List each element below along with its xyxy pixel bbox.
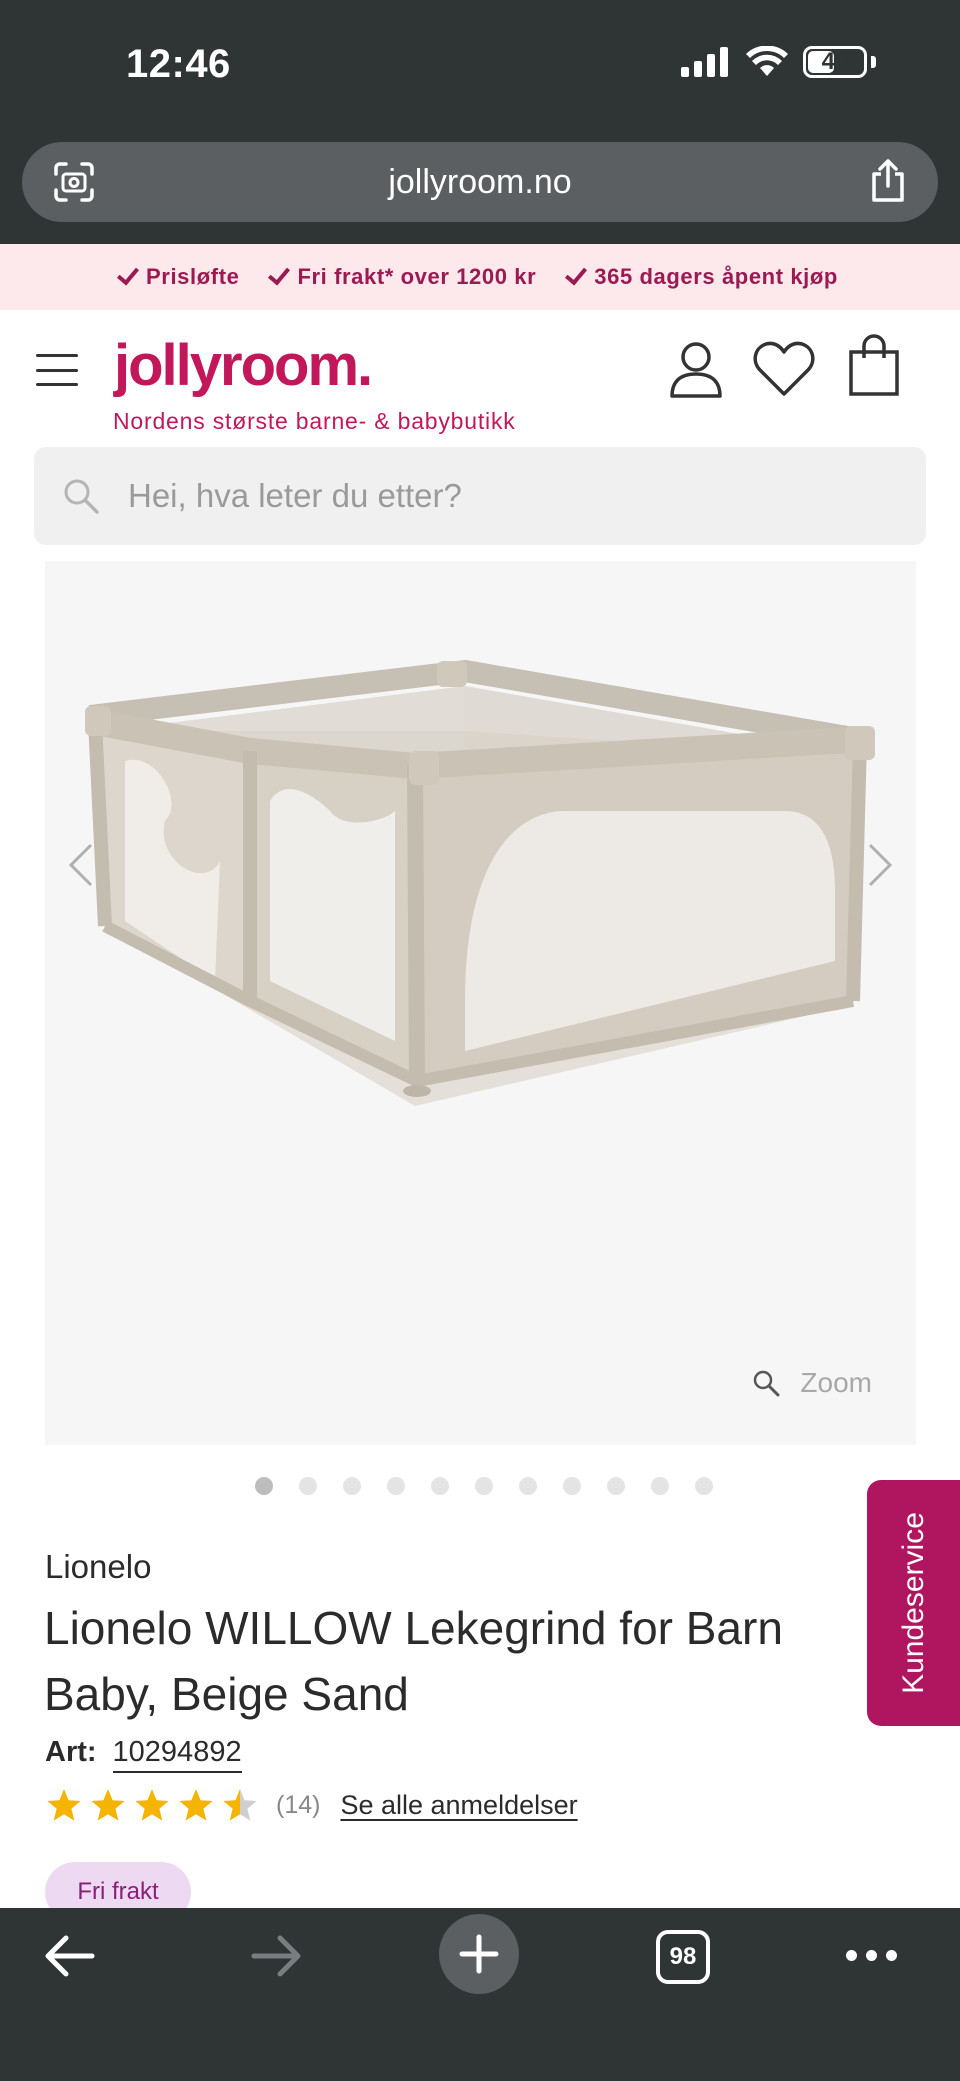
browser-chrome-top: 12:46 40 jollyroom.no	[0, 0, 960, 244]
browser-toolbar: 98	[0, 1908, 960, 2081]
article-label: Art:	[45, 1736, 97, 1768]
customer-service-tab[interactable]: Kundeservice	[867, 1480, 960, 1726]
product-brand[interactable]: Lionelo	[45, 1548, 151, 1586]
page-scan-icon[interactable]	[52, 160, 96, 204]
site-header: jollyroom. Nordens største barne- & baby…	[0, 310, 960, 444]
site-logo[interactable]: jollyroom.	[114, 332, 373, 399]
battery-icon: 40	[803, 46, 867, 78]
search-icon	[64, 479, 99, 514]
shopping-bag-icon[interactable]	[848, 334, 900, 396]
address-bar[interactable]: jollyroom.no	[22, 142, 938, 222]
usp-strip: Prisløfte Fri frakt* over 1200 kr 365 da…	[0, 244, 960, 310]
gallery-pagination	[0, 1477, 960, 1495]
check-icon	[565, 262, 588, 286]
search-input[interactable]: Hei, hva leter du etter?	[34, 447, 926, 545]
article-number: Art: 10294892	[45, 1736, 242, 1773]
see-all-reviews-link[interactable]: Se alle anmeldelser	[340, 1790, 577, 1821]
customer-service-label: Kundeservice	[896, 1512, 930, 1694]
site-tagline: Nordens største barne- & babybutikk	[113, 408, 516, 434]
usp-item: Fri frakt* over 1200 kr	[268, 262, 536, 290]
battery-level: 40	[821, 48, 849, 75]
article-number-value: 10294892	[112, 1736, 242, 1773]
check-icon	[117, 262, 140, 286]
gallery-dot[interactable]	[562, 1477, 581, 1495]
account-icon[interactable]	[668, 340, 724, 398]
gallery-dot[interactable]	[386, 1477, 405, 1495]
status-time: 12:46	[126, 42, 231, 86]
gallery-dot[interactable]	[474, 1477, 493, 1495]
wishlist-heart-icon[interactable]	[752, 340, 816, 398]
forward-arrow-icon[interactable]	[250, 1934, 302, 1978]
url-text: jollyroom.no	[388, 162, 572, 201]
gallery-next-arrow-icon[interactable]	[866, 841, 894, 889]
usp-item: Prisløfte	[117, 262, 239, 290]
share-icon[interactable]	[868, 158, 908, 204]
gallery-dot[interactable]	[518, 1477, 537, 1495]
gallery-dot[interactable]	[606, 1477, 625, 1495]
more-options-icon[interactable]	[846, 1950, 897, 1961]
search-placeholder: Hei, hva leter du etter?	[128, 477, 462, 514]
gallery-dot[interactable]	[430, 1477, 449, 1495]
zoom-magnifier-icon	[754, 1370, 780, 1397]
zoom-label: Zoom	[800, 1367, 872, 1398]
rating-stars-icon	[47, 1789, 257, 1821]
product-rating[interactable]: (14) Se alle anmeldelser	[46, 1785, 578, 1825]
tab-switcher-button[interactable]: 98	[656, 1930, 710, 1984]
gallery-dot[interactable]	[254, 1477, 273, 1495]
gallery-dot[interactable]	[298, 1477, 317, 1495]
new-tab-button[interactable]	[439, 1914, 519, 1994]
product-title: Lionelo WILLOW Lekegrind for Barn Baby, …	[44, 1602, 783, 1720]
wifi-icon	[746, 46, 788, 76]
gallery-prev-arrow-icon[interactable]	[67, 841, 95, 889]
gallery-dot[interactable]	[694, 1477, 713, 1495]
menu-icon[interactable]	[36, 354, 78, 386]
zoom-button[interactable]: Zoom	[752, 1367, 872, 1399]
review-count: (14)	[276, 1790, 321, 1819]
gallery-dot[interactable]	[650, 1477, 669, 1495]
plus-icon	[459, 1934, 499, 1974]
cellular-signal-icon	[681, 47, 728, 77]
back-arrow-icon[interactable]	[44, 1934, 96, 1978]
product-image-playpen	[85, 660, 875, 1106]
usp-item: 365 dagers åpent kjøp	[565, 262, 838, 290]
battery-nub	[871, 56, 876, 68]
product-image-gallery[interactable]: Zoom	[45, 561, 916, 1445]
status-indicators: 40	[681, 46, 876, 78]
gallery-dot[interactable]	[342, 1477, 361, 1495]
check-icon	[268, 262, 291, 286]
